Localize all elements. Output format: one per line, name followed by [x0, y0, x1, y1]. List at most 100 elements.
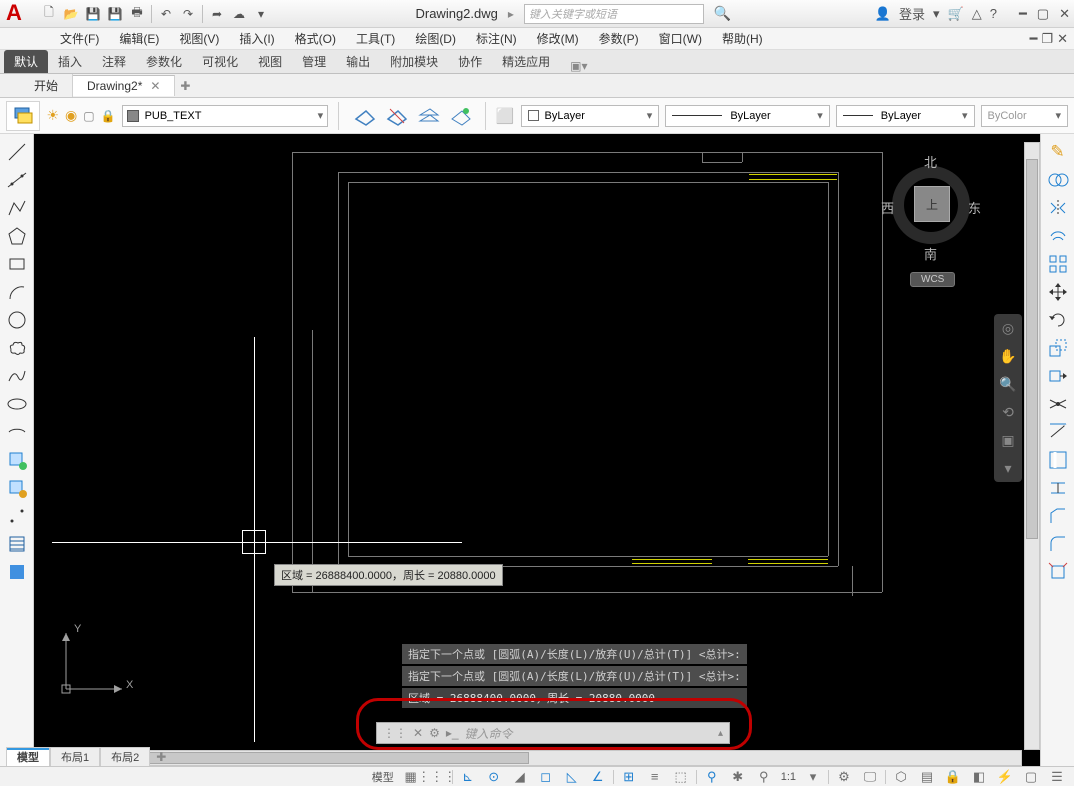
move-tool[interactable]	[1044, 278, 1072, 306]
ribbon-tab-annotate[interactable]: 注释	[92, 50, 136, 73]
nav-zoom-icon[interactable]: 🔍	[998, 374, 1018, 394]
signin-button[interactable]: 登录	[899, 4, 925, 23]
pencil-tool[interactable]: ✎	[1044, 138, 1072, 166]
cmdline-close-icon[interactable]: ✕	[413, 726, 423, 740]
saveas-icon[interactable]: 💾	[105, 4, 125, 24]
plot-icon[interactable]: 🖶	[127, 4, 147, 24]
viewcube-south[interactable]: 南	[924, 244, 937, 263]
view-cube[interactable]: 上 北 南 西 东 WCS	[876, 144, 986, 274]
hardware-accel-icon[interactable]: ⚡	[994, 768, 1016, 786]
mirror-tool[interactable]	[1044, 194, 1072, 222]
bycolor-combo[interactable]: ByColor ▾	[981, 105, 1069, 127]
freeze-icon[interactable]: ▢	[83, 109, 94, 123]
menu-tools[interactable]: 工具(T)	[348, 28, 403, 49]
search-keyword-icon[interactable]: 🔍	[714, 5, 731, 22]
scrollbar-thumb[interactable]	[1026, 159, 1038, 539]
ribbon-tab-addins[interactable]: 附加模块	[380, 50, 448, 73]
join-tool[interactable]	[1044, 474, 1072, 502]
trim-tool[interactable]	[1044, 390, 1072, 418]
clean-screen-icon[interactable]: ▢	[1020, 768, 1042, 786]
hatch-tool[interactable]	[3, 530, 31, 558]
title-arrow-icon[interactable]: ▸	[508, 7, 514, 21]
osnap-icon[interactable]: ◻	[535, 768, 557, 786]
menu-edit[interactable]: 编辑(E)	[111, 28, 167, 49]
cmdline-settings-icon[interactable]: ⚙	[429, 726, 440, 740]
wcs-label[interactable]: WCS	[910, 272, 955, 287]
explode-tool[interactable]	[1044, 558, 1072, 586]
doc-tab-drawing[interactable]: Drawing2* ✕	[73, 75, 175, 96]
ellipse-arc-tool[interactable]	[3, 418, 31, 446]
lock-ui-icon[interactable]: 🔒	[942, 768, 964, 786]
scale-label[interactable]: 1:1	[779, 771, 798, 783]
vertical-scrollbar[interactable]	[1024, 142, 1040, 750]
stretch-tool[interactable]	[1044, 362, 1072, 390]
status-model-label[interactable]: 模型	[370, 769, 396, 785]
ribbon-tab-output[interactable]: 输出	[336, 50, 380, 73]
line-tool[interactable]	[3, 138, 31, 166]
layout-tab-model[interactable]: 模型	[6, 747, 50, 767]
chamfer-tool[interactable]	[1044, 502, 1072, 530]
ribbon-tab-manage[interactable]: 管理	[292, 50, 336, 73]
mdi-restore-icon[interactable]: ❐	[1041, 31, 1053, 47]
3dosnap-icon[interactable]: ◺	[561, 768, 583, 786]
viewcube-east[interactable]: 东	[968, 198, 981, 217]
exchange-icon[interactable]: 🛒	[948, 6, 964, 22]
doc-tab-start[interactable]: 开始	[20, 74, 73, 97]
ribbon-tab-default[interactable]: 默认	[4, 50, 48, 73]
workspace-icon[interactable]: ⚙	[833, 768, 855, 786]
isolate-icon[interactable]: ◧	[968, 768, 990, 786]
monitor-icon[interactable]: 🖵	[859, 768, 881, 786]
menu-insert[interactable]: 插入(I)	[231, 28, 282, 49]
layer-isolate-icon[interactable]	[413, 103, 443, 129]
array-tool[interactable]	[1044, 250, 1072, 278]
lineweight-icon[interactable]: ≡	[644, 768, 666, 786]
linetype-combo[interactable]: ByLayer ▾	[665, 105, 829, 127]
arc-tool[interactable]	[3, 278, 31, 306]
offset-tool[interactable]	[1044, 222, 1072, 250]
sun-icon[interactable]: ☀	[46, 107, 59, 124]
color-combo[interactable]: ByLayer ▾	[521, 105, 660, 127]
menu-help[interactable]: 帮助(H)	[714, 28, 771, 49]
undo-icon[interactable]: ↶	[156, 4, 176, 24]
transparency-icon[interactable]: ⬚	[670, 768, 692, 786]
rotate-tool[interactable]	[1044, 306, 1072, 334]
rectangle-tool[interactable]	[3, 250, 31, 278]
help-icon[interactable]: ?	[990, 6, 997, 21]
lineweight-combo[interactable]: ByLayer ▾	[836, 105, 975, 127]
search-input[interactable]: 键入关键字或短语	[524, 4, 704, 24]
revision-cloud-tool[interactable]	[3, 334, 31, 362]
layout-tab-1[interactable]: 布局1	[50, 747, 100, 767]
ortho-icon[interactable]: ⊾	[457, 768, 479, 786]
mdi-close-icon[interactable]: ✕	[1057, 31, 1068, 47]
drawing-canvas[interactable]: 区域 = 26888400.0000，周长 = 20880.0000 Y X 上…	[34, 134, 1040, 766]
ribbon-tab-parametric[interactable]: 参数化	[136, 50, 192, 73]
signin-icon[interactable]: 👤	[875, 6, 891, 22]
bulb-icon[interactable]: ◉	[65, 107, 77, 124]
nav-orbit-icon[interactable]: ⟲	[998, 402, 1018, 422]
polar-icon[interactable]: ⊙	[483, 768, 505, 786]
cmdline-expand-icon[interactable]: ▴	[718, 728, 723, 739]
menu-view[interactable]: 视图(V)	[171, 28, 227, 49]
make-block-tool[interactable]	[3, 474, 31, 502]
layer-match-icon[interactable]	[445, 103, 475, 129]
annotation-autoadd-icon[interactable]: ⚲	[753, 768, 775, 786]
ribbon-tab-featured[interactable]: 精选应用	[492, 50, 560, 73]
menu-dimension[interactable]: 标注(N)	[468, 28, 525, 49]
tab-close-icon[interactable]: ✕	[150, 79, 160, 93]
gradient-tool[interactable]	[3, 558, 31, 586]
redo-icon[interactable]: ↷	[178, 4, 198, 24]
new-tab-button[interactable]: ✚	[175, 79, 195, 93]
dyn-input-icon[interactable]: ⊞	[618, 768, 640, 786]
fillet-tool[interactable]	[1044, 530, 1072, 558]
polyline-tool[interactable]	[3, 194, 31, 222]
app-logo-icon[interactable]	[4, 2, 32, 26]
qat-dropdown-icon[interactable]: ▾	[251, 4, 271, 24]
ribbon-tab-visualize[interactable]: 可视化	[192, 50, 248, 73]
horizontal-scrollbar[interactable]	[42, 750, 1022, 766]
lock-icon[interactable]: 🔒	[101, 109, 116, 123]
new-file-icon[interactable]: 🗋	[39, 4, 59, 24]
nav-pan-icon[interactable]: ✋	[998, 346, 1018, 366]
menu-format[interactable]: 格式(O)	[287, 28, 344, 49]
close-icon[interactable]: ✕	[1059, 6, 1070, 22]
customize-icon[interactable]: ☰	[1046, 768, 1068, 786]
